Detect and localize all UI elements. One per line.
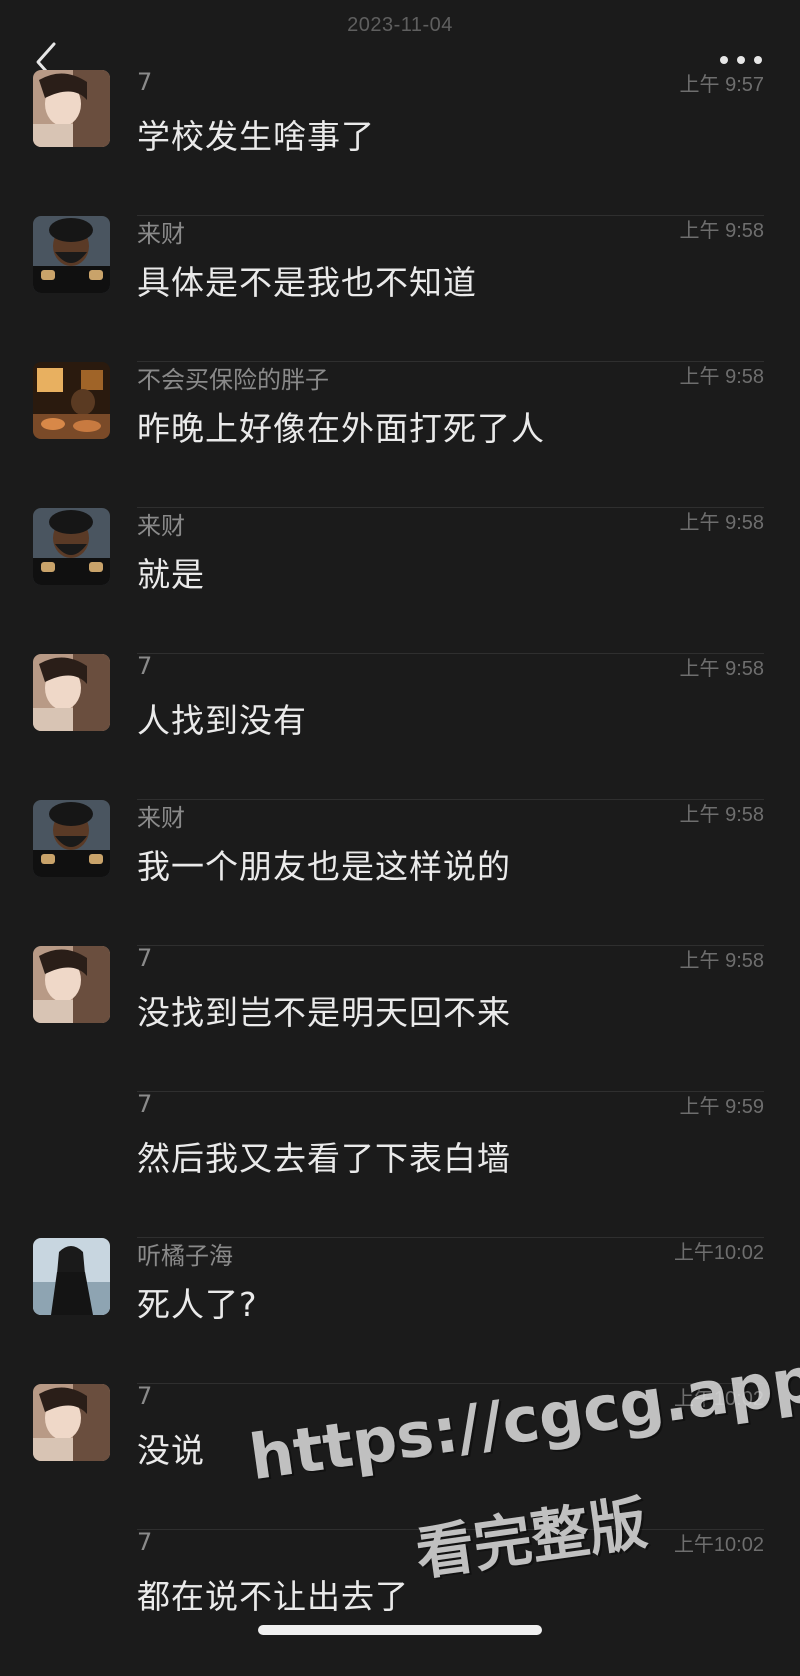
- sender-name: 不会买保险的胖子: [137, 366, 329, 394]
- more-options-button[interactable]: [718, 52, 764, 68]
- girl-avatar[interactable]: [33, 1384, 110, 1461]
- sender-name: 听橘子海: [137, 1242, 233, 1270]
- message-item[interactable]: 7 上午 9:58 没找到岂不是明天回不来: [0, 944, 800, 1092]
- message-item[interactable]: 来财 上午 9:58 具体是不是我也不知道: [0, 216, 800, 362]
- message-time: 上午10:02: [673, 1534, 764, 1556]
- girl-avatar[interactable]: [33, 654, 110, 731]
- sender-name: 7: [137, 1382, 153, 1410]
- message-text: 昨晚上好像在外面打死了人: [137, 409, 545, 448]
- message-time: 上午 9:58: [679, 804, 764, 826]
- dark-coat-person-avatar[interactable]: [33, 1238, 110, 1315]
- message-text: 死人了?: [137, 1285, 258, 1324]
- bearded-man-avatar[interactable]: [33, 800, 110, 877]
- girl-avatar[interactable]: [33, 946, 110, 1023]
- message-text: 具体是不是我也不知道: [137, 263, 477, 302]
- message-text: 学校发生啥事了: [137, 117, 375, 156]
- sender-name: 来财: [137, 220, 185, 248]
- date-header: 2023-11-04: [347, 14, 453, 36]
- message-text: 没找到岂不是明天回不来: [137, 993, 511, 1032]
- girl-avatar[interactable]: [33, 70, 110, 147]
- home-indicator[interactable]: [258, 1625, 542, 1635]
- bearded-man-avatar[interactable]: [33, 508, 110, 585]
- message-item[interactable]: 7 上午 9:57 学校发生啥事了: [0, 68, 800, 216]
- sender-name: 7: [137, 1528, 153, 1556]
- message-item[interactable]: 7 上午 9:58 人找到没有: [0, 652, 800, 800]
- message-text: 就是: [137, 555, 205, 594]
- message-time: 上午 9:58: [679, 220, 764, 242]
- sender-name: 7: [137, 68, 153, 96]
- message-time: 上午10:02: [673, 1242, 764, 1264]
- dinner-table-avatar[interactable]: [33, 362, 110, 439]
- message-item[interactable]: 不会买保险的胖子 上午 9:58 昨晚上好像在外面打死了人: [0, 362, 800, 508]
- message-text: 我一个朋友也是这样说的: [137, 847, 511, 886]
- message-item[interactable]: 7 上午10:02 都在说不让出去了: [0, 1528, 800, 1676]
- message-item[interactable]: 7 上午 9:59 然后我又去看了下表白墙: [0, 1090, 800, 1238]
- message-time: 上午 9:58: [679, 366, 764, 388]
- message-text: 然后我又去看了下表白墙: [137, 1139, 511, 1178]
- sender-name: 7: [137, 944, 153, 972]
- message-item[interactable]: 来财 上午 9:58 我一个朋友也是这样说的: [0, 800, 800, 946]
- bearded-man-avatar[interactable]: [33, 216, 110, 293]
- message-text: 没说: [137, 1431, 205, 1470]
- sender-name: 来财: [137, 512, 185, 540]
- sender-name: 来财: [137, 804, 185, 832]
- message-text: 都在说不让出去了: [137, 1577, 409, 1616]
- message-time: 上午 9:57: [679, 74, 764, 96]
- message-text: 人找到没有: [137, 701, 307, 740]
- message-time: 上午 9:59: [679, 1096, 764, 1118]
- message-item[interactable]: 来财 上午 9:58 就是: [0, 508, 800, 654]
- message-time: 上午 9:58: [679, 512, 764, 534]
- sender-name: 7: [137, 652, 153, 680]
- sender-name: 7: [137, 1090, 153, 1118]
- message-time: 上午 9:58: [679, 658, 764, 680]
- message-time: 上午 9:58: [679, 950, 764, 972]
